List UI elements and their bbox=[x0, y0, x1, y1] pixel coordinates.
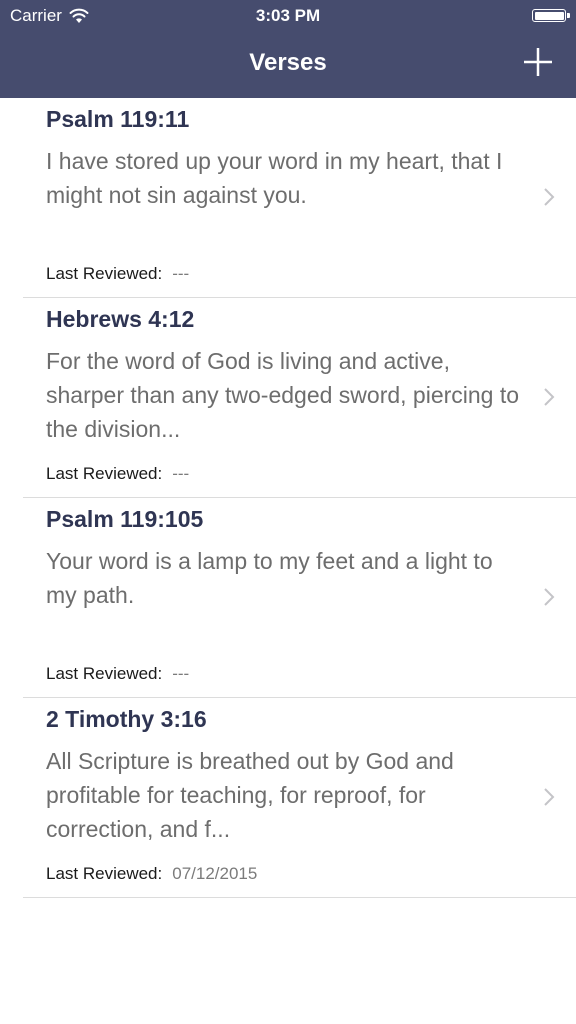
page-title: Verses bbox=[249, 49, 327, 76]
verse-row[interactable]: 2 Timothy 3:16 All Scripture is breathed… bbox=[23, 698, 576, 898]
verse-text: Your word is a lamp to my feet and a lig… bbox=[46, 548, 493, 608]
chevron-right-icon bbox=[544, 788, 555, 806]
last-reviewed-label: Last Reviewed: bbox=[46, 464, 163, 483]
verse-text: All Scripture is breathed out by God and… bbox=[46, 748, 454, 842]
last-reviewed: Last Reviewed: --- bbox=[46, 264, 189, 284]
status-time: 3:03 PM bbox=[255, 6, 321, 25]
verse-reference: Psalm 119:105 bbox=[46, 506, 204, 532]
last-reviewed-label: Last Reviewed: bbox=[46, 264, 163, 283]
verse-reference: Hebrews 4:12 bbox=[46, 306, 195, 332]
last-reviewed-label: Last Reviewed: bbox=[46, 664, 163, 683]
verse-row[interactable]: Psalm 119:105 Your word is a lamp to my … bbox=[23, 498, 576, 698]
last-reviewed: Last Reviewed: 07/12/2015 bbox=[46, 864, 257, 884]
chevron-right-icon bbox=[544, 188, 555, 206]
verse-reference: Psalm 119:11 bbox=[46, 106, 190, 132]
navigation-bar: Carrier 3:03 PM Verses bbox=[0, 0, 576, 98]
last-reviewed-date: --- bbox=[172, 464, 190, 483]
verse-text: For the word of God is living and active… bbox=[46, 348, 520, 442]
verse-row[interactable]: Psalm 119:11 I have stored up your word … bbox=[23, 98, 576, 298]
verse-reference: 2 Timothy 3:16 bbox=[46, 706, 207, 732]
battery-tip bbox=[567, 13, 570, 18]
battery-icon bbox=[532, 9, 566, 22]
verse-list: Psalm 119:11 I have stored up your word … bbox=[0, 98, 576, 898]
chevron-right-icon bbox=[544, 388, 555, 406]
status-bar: Carrier 3:03 PM bbox=[0, 0, 576, 32]
last-reviewed-date: 07/12/2015 bbox=[172, 864, 258, 883]
verse-text: I have stored up your word in my heart, … bbox=[46, 148, 503, 208]
last-reviewed-label: Last Reviewed: bbox=[46, 864, 163, 883]
verse-row[interactable]: Hebrews 4:12 For the word of God is livi… bbox=[23, 298, 576, 498]
last-reviewed: Last Reviewed: --- bbox=[46, 664, 189, 684]
chevron-right-icon bbox=[544, 588, 555, 606]
plus-icon[interactable] bbox=[520, 44, 556, 80]
last-reviewed-date: --- bbox=[172, 264, 190, 283]
last-reviewed: Last Reviewed: --- bbox=[46, 464, 189, 484]
last-reviewed-date: --- bbox=[172, 664, 190, 683]
